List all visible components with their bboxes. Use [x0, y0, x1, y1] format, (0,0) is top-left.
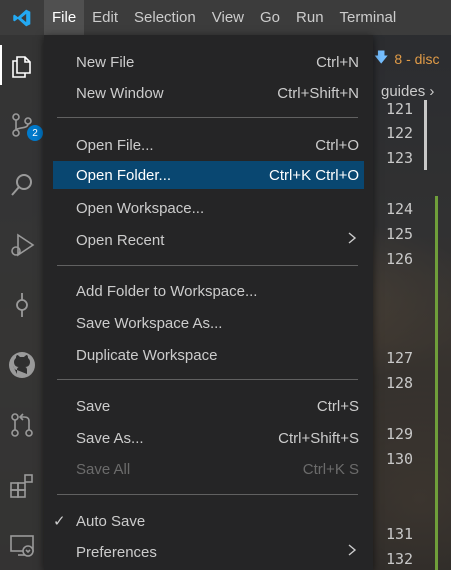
line-number: 121	[386, 100, 414, 118]
menu-item-new-window[interactable]: New Window Ctrl+Shift+N	[53, 79, 364, 107]
vscode-logo-icon	[0, 0, 44, 35]
source-control-badge: 2	[27, 125, 43, 141]
menu-item-label: Open Workspace...	[76, 199, 205, 217]
explorer-icon[interactable]	[0, 41, 44, 89]
editor-tab[interactable]: 🡇 8 - disc	[374, 45, 440, 73]
line-number: 132	[386, 550, 414, 568]
title-bar: File Edit Selection View Go Run Terminal	[0, 0, 451, 35]
menu-item-label: Save All	[76, 460, 131, 478]
menu-item-open-folder[interactable]: Open Folder... Ctrl+K Ctrl+O	[53, 161, 364, 189]
menu-item-open-recent[interactable]: Open Recent	[53, 226, 364, 254]
github-icon[interactable]	[0, 341, 44, 389]
line-number: 124	[386, 200, 414, 218]
pull-requests-icon[interactable]	[0, 401, 44, 449]
menu-item-shortcut: Ctrl+Shift+N	[277, 84, 359, 102]
file-menu: New File Ctrl+N New Window Ctrl+Shift+N …	[44, 35, 373, 570]
menu-item-label: Save As...	[76, 429, 144, 447]
line-number: 122	[386, 124, 414, 142]
menu-item-auto-save[interactable]: ✓ Auto Save	[53, 507, 364, 535]
breadcrumb[interactable]: guides ›	[381, 83, 434, 100]
breadcrumb-item: guides	[381, 83, 426, 100]
menu-separator	[57, 494, 358, 495]
extensions-icon[interactable]	[0, 461, 44, 509]
menu-item-shortcut: Ctrl+K S	[302, 460, 359, 478]
remote-explorer-icon[interactable]	[0, 521, 44, 569]
menu-file[interactable]: File	[44, 0, 85, 35]
menu-item-label: Auto Save	[76, 512, 146, 530]
menu-item-label: Preferences	[76, 543, 157, 561]
menu-item-shortcut: Ctrl+Shift+S	[278, 429, 359, 447]
menu-item-label: Save	[76, 397, 111, 415]
activity-bar: 2	[0, 35, 44, 570]
menu-terminal[interactable]: Terminal	[332, 0, 405, 35]
menu-run[interactable]: Run	[288, 0, 332, 35]
line-number: 129	[386, 425, 414, 443]
line-number: 123	[386, 149, 414, 167]
menu-item-label: New File	[76, 53, 135, 71]
menu-go[interactable]: Go	[252, 0, 288, 35]
menu-item-open-workspace[interactable]: Open Workspace...	[53, 194, 364, 222]
chevron-right-icon	[347, 231, 357, 249]
menu-item-add-folder-to-workspace[interactable]: Add Folder to Workspace...	[53, 277, 364, 305]
menu-separator	[57, 265, 358, 266]
line-number: 127	[386, 349, 414, 367]
menu-bar: File Edit Selection View Go Run Terminal	[44, 0, 404, 35]
menu-item-save-as[interactable]: Save As... Ctrl+Shift+S	[53, 424, 364, 452]
chevron-right-icon: ›	[429, 83, 435, 100]
menu-item-shortcut: Ctrl+N	[316, 53, 359, 71]
run-debug-icon[interactable]	[0, 221, 44, 269]
menu-view[interactable]: View	[204, 0, 252, 35]
menu-item-label: New Window	[76, 84, 164, 102]
menu-item-label: Save Workspace As...	[76, 314, 223, 332]
pin-icon: 🡇	[374, 49, 389, 65]
menu-item-preferences[interactable]: Preferences	[53, 538, 364, 566]
menu-item-open-file[interactable]: Open File... Ctrl+O	[53, 131, 364, 159]
search-icon[interactable]	[0, 161, 44, 209]
menu-item-save-all: Save All Ctrl+K S	[53, 455, 364, 483]
gutter-modified-indicator	[424, 100, 427, 170]
menu-item-shortcut: Ctrl+S	[316, 397, 359, 415]
menu-edit[interactable]: Edit	[84, 0, 126, 35]
editor-tab-label: 8 - disc	[394, 51, 440, 67]
menu-item-label: Add Folder to Workspace...	[76, 282, 258, 300]
source-control-icon[interactable]: 2	[0, 101, 44, 149]
line-number: 125	[386, 225, 414, 243]
menu-item-new-file[interactable]: New File Ctrl+N	[53, 48, 364, 76]
menu-item-label: Duplicate Workspace	[76, 346, 218, 364]
line-number: 126	[386, 250, 414, 268]
menu-item-shortcut: Ctrl+O	[315, 136, 359, 154]
menu-item-save[interactable]: Save Ctrl+S	[53, 392, 364, 420]
line-number: 130	[386, 450, 414, 468]
git-commit-icon[interactable]	[0, 281, 44, 329]
checkmark-icon: ✓	[53, 513, 66, 530]
menu-separator	[57, 117, 358, 118]
gutter-added-indicator	[435, 196, 438, 570]
chevron-right-icon	[347, 543, 357, 561]
menu-item-label: Open File...	[76, 136, 154, 154]
line-number: 128	[386, 374, 414, 392]
line-number: 131	[386, 525, 414, 543]
menu-item-label: Open Recent	[76, 231, 165, 249]
menu-item-duplicate-workspace[interactable]: Duplicate Workspace	[53, 341, 364, 369]
menu-item-shortcut: Ctrl+K Ctrl+O	[268, 166, 359, 184]
menu-separator	[57, 379, 358, 380]
menu-selection[interactable]: Selection	[126, 0, 204, 35]
menu-item-save-workspace-as[interactable]: Save Workspace As...	[53, 309, 364, 337]
menu-item-label: Open Folder...	[76, 166, 172, 184]
